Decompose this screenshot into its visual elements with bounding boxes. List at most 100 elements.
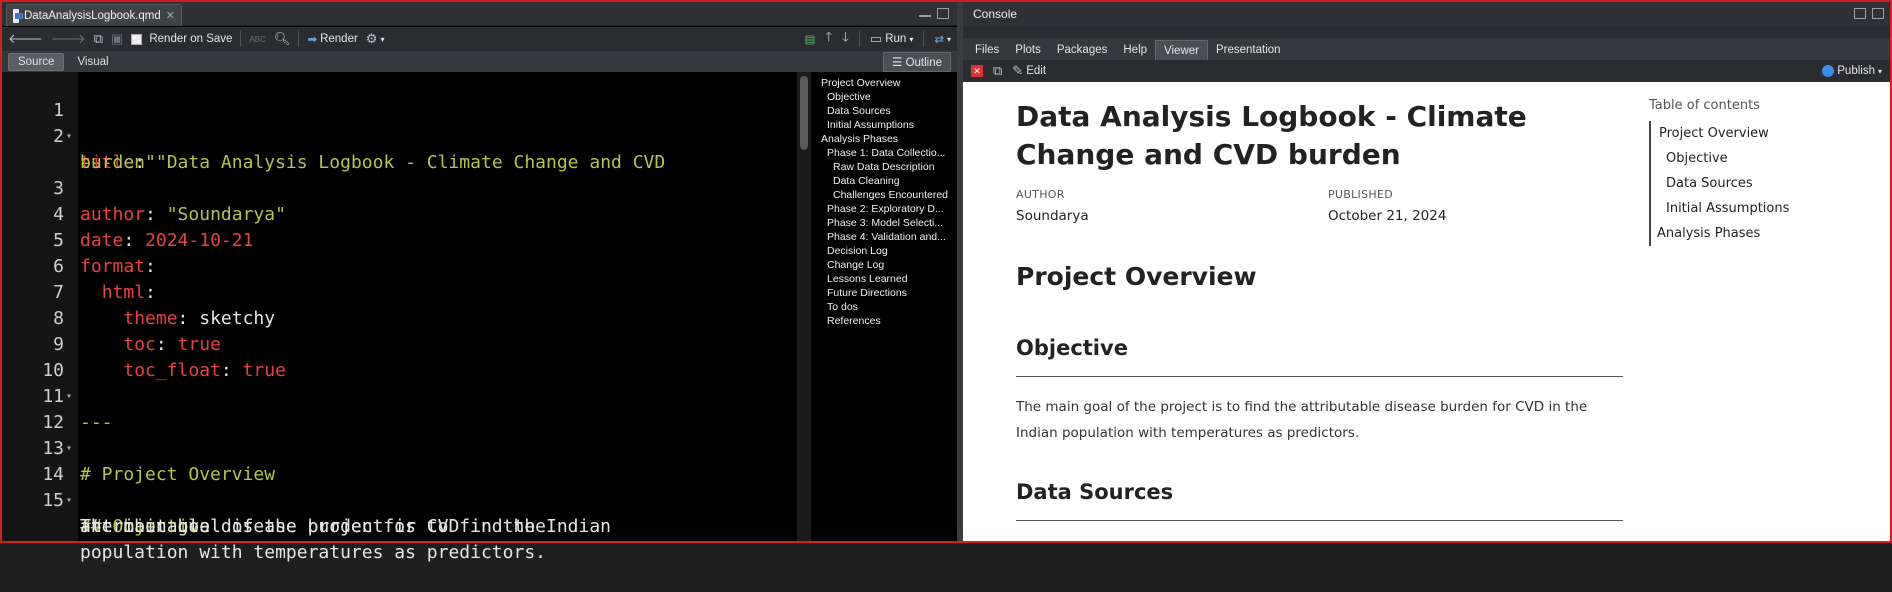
outline-item[interactable]: Project Overview (813, 76, 957, 90)
document-icon (13, 8, 23, 23)
outline-item[interactable]: Phase 3: Model Selecti... (813, 216, 957, 230)
outline-item[interactable]: Challenges Encountered (813, 188, 957, 202)
maximize-icon[interactable] (937, 8, 949, 19)
published-value: October 21, 2024 (1328, 208, 1447, 224)
chevron-down-icon: ▾ (380, 34, 385, 44)
outline-item[interactable]: Decision Log (813, 244, 957, 258)
source-mode-button[interactable]: Source (8, 52, 65, 71)
toc-item[interactable]: Data Sources (1659, 171, 1879, 196)
heading-project-overview: Project Overview (1016, 262, 1257, 291)
minimize-icon[interactable] (919, 8, 931, 17)
save-icon[interactable]: ▣ (111, 31, 123, 47)
heading-divider (1016, 520, 1623, 521)
tab-files[interactable]: Files (967, 40, 1007, 60)
heading-objective: Objective (1016, 336, 1128, 360)
render-on-save-toggle[interactable]: Render on Save (131, 33, 232, 45)
heading-divider (1016, 376, 1623, 377)
outline-item[interactable]: Lessons Learned (813, 272, 957, 286)
show-in-window-icon[interactable]: ⧉ (94, 31, 103, 47)
objective-paragraph: The main goal of the project is to find … (1016, 399, 1588, 441)
up-arrow-icon[interactable]: 🡑 (825, 28, 832, 50)
insert-chunk-icon[interactable]: ▤ (805, 32, 816, 46)
code-line: 4 date: 2024-10-21 (2, 176, 797, 251)
code-line: 1 ▾ --- (2, 72, 797, 173)
viewer-pane: Console Files Plots Packages Help Viewer Pres… (963, 2, 1890, 541)
toc-item[interactable]: Objective (1659, 146, 1879, 171)
outline-item[interactable]: Initial Assumptions (813, 118, 957, 132)
editor-toolbar: 🡐 🡒 ⧉ ▣ Render on Save ABC 🔍︎ ➡ Render ⚙… (2, 27, 957, 51)
restore-icon[interactable] (1854, 8, 1866, 19)
render-button[interactable]: ➡ Render (307, 32, 357, 46)
toolbar-separator (298, 31, 300, 47)
code-line: 7 theme: sketchy (2, 254, 797, 329)
editor-mode-bar: Source Visual ☰ Outline (2, 51, 957, 72)
toolbar-separator (923, 31, 925, 47)
editor-tab[interactable]: DataAnalysisLogbook.qmd ✕ (6, 4, 182, 26)
outline-item[interactable]: Analysis Phases (813, 132, 957, 146)
outline-toggle-button[interactable]: ☰ Outline (883, 51, 951, 72)
code-line: 14 ▾ ## Objective (2, 436, 797, 537)
clear-viewer-icon[interactable]: ✕ (971, 65, 983, 77)
render-on-save-checkbox[interactable] (131, 33, 143, 45)
show-in-window-icon[interactable]: ⧉ (993, 63, 1002, 79)
close-icon[interactable]: ✕ (166, 9, 175, 22)
run-label: Run (885, 33, 907, 45)
visual-mode-button[interactable]: Visual (68, 54, 117, 70)
code-line: 3 author: "Soundarya" (2, 150, 797, 225)
scrollbar-thumb[interactable] (800, 76, 808, 150)
toc-item[interactable]: Initial Assumptions (1659, 196, 1879, 221)
run-icon: ▭ (869, 31, 883, 46)
outline-item[interactable]: Data Cleaning (813, 174, 957, 188)
editor-pane: DataAnalysisLogbook.qmd ✕ 🡐 🡒 ⧉ ▣ Render… (2, 2, 957, 563)
outline-item[interactable]: Change Log (813, 258, 957, 272)
gear-icon: ⚙ (365, 31, 378, 46)
down-arrow-icon[interactable]: 🡓 (842, 28, 849, 50)
outline-item[interactable]: Future Directions (813, 286, 957, 300)
editor-scrollbar[interactable] (797, 72, 811, 541)
outline-item[interactable]: Raw Data Description (813, 160, 957, 174)
back-arrow-icon[interactable]: 🡐 (8, 31, 43, 47)
toc-item[interactable]: Analysis Phases (1649, 221, 1879, 246)
pane-gap (963, 26, 1890, 38)
source-options-button[interactable]: ⇄ ▾ (934, 32, 951, 46)
publish-button[interactable]: Publish ▾ (1822, 65, 1882, 77)
code-line: 6 html: (2, 228, 797, 303)
maximize-icon[interactable] (1872, 8, 1884, 19)
outline-item[interactable]: Objective (813, 90, 957, 104)
outline-item[interactable]: Phase 4: Validation and... (813, 230, 957, 244)
tab-packages[interactable]: Packages (1049, 40, 1116, 60)
tab-plots[interactable]: Plots (1007, 40, 1049, 60)
editor-tabbar: DataAnalysisLogbook.qmd ✕ (2, 2, 957, 26)
code-editor[interactable]: 1 ▾ --- 2 title: "Data Analysis Logbook … (2, 72, 797, 563)
outline-item[interactable]: Phase 2: Exploratory D... (813, 202, 957, 216)
settings-button[interactable]: ⚙ ▾ (366, 31, 385, 47)
spellcheck-icon[interactable]: ABC (249, 35, 265, 44)
toc-item[interactable]: Project Overview (1659, 121, 1879, 146)
code-line: 9 toc_float: true (2, 306, 797, 381)
search-icon[interactable]: 🔍︎ (274, 31, 291, 47)
tab-viewer[interactable]: Viewer (1155, 40, 1208, 60)
viewer-tabbar: Files Plots Packages Help Viewer Presentation (963, 38, 1890, 60)
outline-item[interactable]: References (813, 314, 957, 328)
chevron-down-icon: ▾ (909, 34, 914, 44)
viewer-toolbar: ✕ ⧉ ✎ Edit Publish ▾ (963, 60, 1890, 82)
forward-arrow-icon[interactable]: 🡒 (51, 31, 86, 47)
tab-presentation[interactable]: Presentation (1208, 40, 1289, 60)
run-button[interactable]: ▭ Run ▾ (870, 31, 913, 47)
outline-item[interactable]: To dos (813, 300, 957, 314)
code-line: 5 format: (2, 202, 797, 277)
editor-tab-title: DataAnalysisLogbook.qmd (23, 9, 161, 22)
tab-help[interactable]: Help (1115, 40, 1155, 60)
chevron-down-icon: ▾ (946, 34, 951, 44)
console-tab[interactable]: Console (973, 7, 1017, 21)
code-line: 2 title: "Data Analysis Logbook - Climat… (2, 98, 797, 173)
code-line: 12 ▾ # Project Overview (2, 384, 797, 485)
edit-button[interactable]: ✎ Edit (1012, 63, 1046, 79)
code-line: 11 (2, 358, 797, 407)
code-line: 10 ▾ --- (2, 332, 797, 433)
code-line-wrap: population with temperatures as predicto… (2, 514, 797, 563)
outline-item[interactable]: Data Sources (813, 104, 957, 118)
outline-item[interactable]: Phase 1: Data Collectio... (813, 146, 957, 160)
toc-list: Project Overview Objective Data Sources Ini… (1649, 121, 1879, 246)
code-line: 8 toc: true (2, 280, 797, 355)
